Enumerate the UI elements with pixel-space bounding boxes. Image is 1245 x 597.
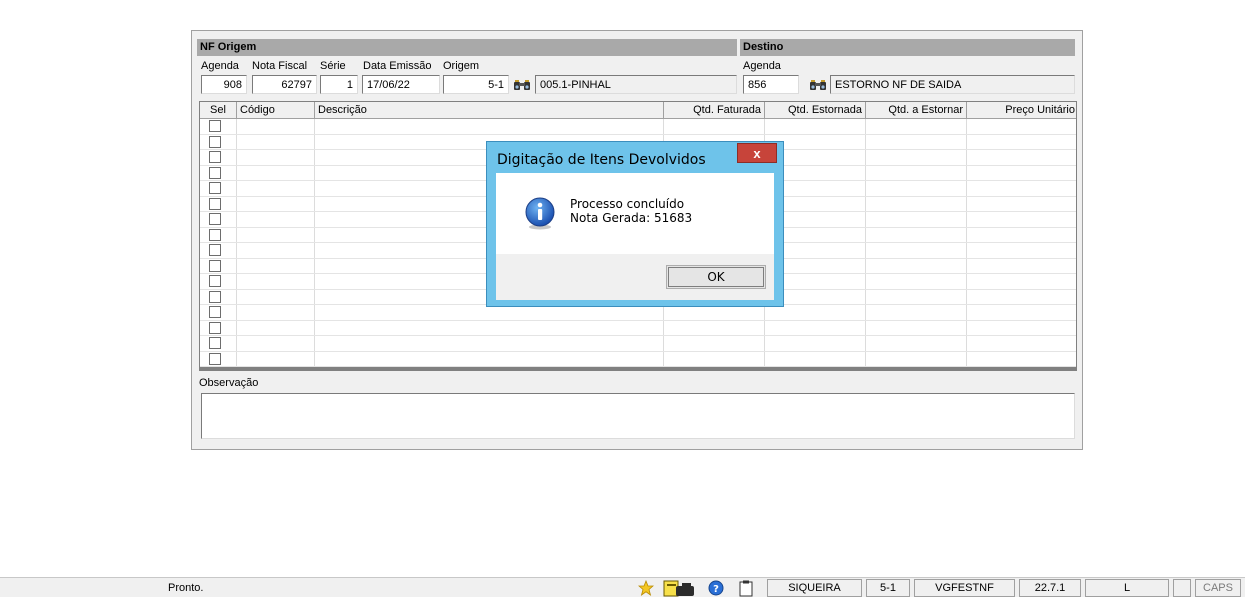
row-select-checkbox[interactable]: [209, 352, 221, 365]
serie-label: Série: [320, 60, 346, 72]
table-row[interactable]: [200, 119, 1076, 135]
destino-descricao-field: ESTORNO NF DE SAIDA: [830, 75, 1075, 94]
col-descricao[interactable]: Descrição: [315, 102, 664, 119]
status-module: VGFESTNF: [914, 579, 1015, 597]
destino-agenda-label: Agenda: [743, 60, 781, 72]
row-select-checkbox[interactable]: [209, 197, 221, 210]
table-row[interactable]: [200, 305, 1076, 321]
col-qtd-estornada[interactable]: Qtd. Estornada: [765, 102, 866, 119]
data-emissao-label: Data Emissão: [363, 60, 432, 72]
row-select-checkbox[interactable]: [209, 290, 221, 303]
status-branch: 5-1: [866, 579, 910, 597]
row-select-checkbox[interactable]: [209, 337, 221, 349]
help-icon[interactable]: ?: [706, 579, 726, 597]
status-bar: Pronto. ? SIQUEIRA 5-1 VGFESTNF 22.7.1 L…: [0, 577, 1245, 597]
star-icon[interactable]: [636, 579, 656, 597]
status-mode: L: [1085, 579, 1169, 597]
close-icon: x: [753, 145, 761, 161]
col-qtd-a-estornar[interactable]: Qtd. a Estornar: [866, 102, 967, 119]
origem-label: Origem: [443, 60, 480, 72]
row-select-checkbox[interactable]: [209, 306, 221, 318]
destino-header: Destino: [740, 39, 1075, 56]
col-preco-unitario[interactable]: Preço Unitário: [967, 102, 1076, 119]
col-codigo[interactable]: Código: [237, 102, 315, 119]
status-blank: [1173, 579, 1191, 597]
row-select-checkbox[interactable]: [209, 275, 221, 287]
table-row[interactable]: [200, 336, 1076, 352]
observacao-field[interactable]: [201, 393, 1075, 439]
info-icon: [525, 197, 555, 230]
row-select-checkbox[interactable]: [209, 182, 221, 194]
row-select-checkbox[interactable]: [209, 228, 221, 241]
status-caps: CAPS: [1195, 579, 1241, 597]
origem-field[interactable]: 5-1: [443, 75, 509, 94]
destino-agenda-field[interactable]: 856: [743, 75, 799, 94]
nota-fiscal-label: Nota Fiscal: [252, 60, 308, 72]
serie-field[interactable]: 1: [320, 75, 358, 94]
binoculars-destino-icon[interactable]: [807, 75, 829, 94]
grid-header: Sel Código Descrição Qtd. Faturada Qtd. …: [200, 102, 1076, 119]
message-line-2: Nota Gerada: 51683: [570, 211, 693, 225]
row-select-checkbox[interactable]: [209, 120, 221, 132]
status-text: Pronto.: [168, 582, 204, 594]
table-row[interactable]: [200, 321, 1076, 336]
observacao-label: Observação: [199, 377, 259, 389]
row-select-checkbox[interactable]: [209, 321, 221, 334]
message-dialog: Digitação de Itens Devolvidos x Processo…: [486, 141, 784, 307]
row-select-checkbox[interactable]: [209, 213, 221, 225]
col-sel[interactable]: Sel: [200, 102, 237, 119]
dialog-title: Digitação de Itens Devolvidos: [497, 152, 706, 168]
nf-origem-header: NF Origem: [197, 39, 737, 56]
col-qtd-faturada[interactable]: Qtd. Faturada: [664, 102, 765, 119]
row-select-checkbox[interactable]: [209, 259, 221, 272]
agenda-label: Agenda: [201, 60, 239, 72]
ok-button[interactable]: OK: [666, 265, 766, 289]
grid-divider: [199, 367, 1077, 371]
origem-descricao-field: 005.1-PINHAL: [535, 75, 737, 94]
status-version: 22.7.1: [1019, 579, 1081, 597]
status-user: SIQUEIRA: [767, 579, 862, 597]
clipboard-icon[interactable]: [736, 579, 756, 597]
binoculars-origem-icon[interactable]: [511, 75, 533, 94]
row-select-checkbox[interactable]: [209, 166, 221, 179]
message-line-1: Processo concluído: [570, 197, 685, 211]
data-emissao-field[interactable]: 17/06/22: [362, 75, 440, 94]
dialog-body: Processo concluído Nota Gerada: 51683 OK: [496, 173, 774, 300]
close-button[interactable]: x: [737, 143, 777, 163]
nota-fiscal-field[interactable]: 62797: [252, 75, 317, 94]
row-select-checkbox[interactable]: [209, 135, 221, 148]
row-select-checkbox[interactable]: [209, 151, 221, 163]
table-row[interactable]: [200, 352, 1076, 367]
agenda-field[interactable]: 908: [201, 75, 247, 94]
row-select-checkbox[interactable]: [209, 244, 221, 256]
yellow-document-icon[interactable]: [660, 579, 700, 597]
svg-text:?: ?: [713, 584, 719, 595]
